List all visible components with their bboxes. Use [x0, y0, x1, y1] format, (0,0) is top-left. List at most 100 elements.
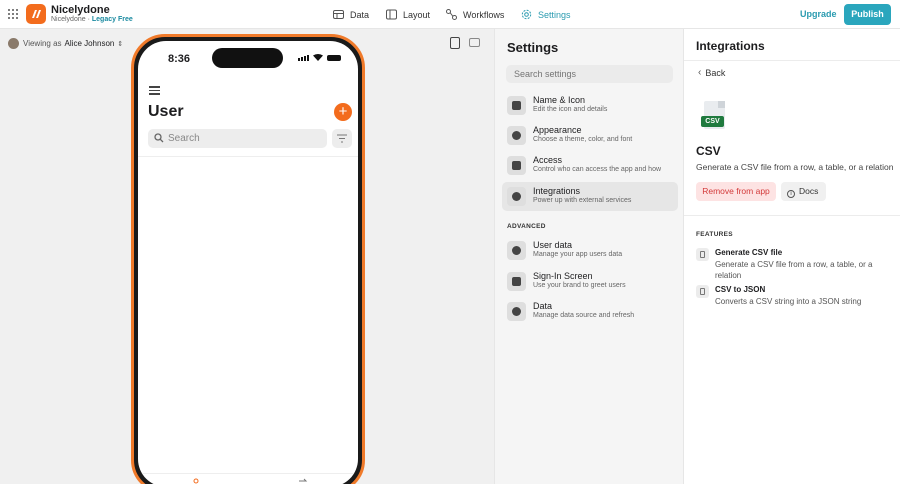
- gear-icon: [521, 9, 532, 20]
- chevron-left-icon: ‹: [698, 67, 702, 78]
- feature-desc: Converts a CSV string into a JSON string: [715, 297, 862, 306]
- feature-title: CSV to JSON: [715, 285, 766, 294]
- workspace-info: Nicelydone · Legacy Free: [51, 16, 133, 23]
- settings-title: Settings: [507, 40, 559, 55]
- filter-icon: [337, 134, 347, 143]
- upgrade-button[interactable]: Upgrade: [800, 9, 837, 19]
- section-divider: [684, 215, 900, 216]
- back-button[interactable]: ‹ Back: [698, 67, 725, 78]
- phone-time: 8:36: [168, 53, 191, 65]
- settings-item-user-data[interactable]: User data Manage your app users data: [502, 236, 678, 265]
- settings-item-data[interactable]: Data Manage data source and refresh: [502, 297, 678, 326]
- integration-name: CSV: [696, 144, 721, 158]
- nav-layout[interactable]: Layout: [386, 0, 430, 29]
- back-label: Back: [705, 67, 726, 78]
- remove-from-app-button[interactable]: Remove from app: [696, 182, 776, 201]
- nav-workflows[interactable]: Workflows: [446, 0, 504, 29]
- nav-settings[interactable]: Settings: [521, 0, 571, 29]
- integration-description: Generate a CSV file from a row, a table,…: [696, 162, 894, 172]
- settings-item-desc: Use your brand to greet users: [533, 282, 626, 289]
- top-bar: Nicelydone Nicelydone · Legacy Free Data…: [0, 0, 900, 29]
- lock-icon: [507, 156, 526, 175]
- dynamic-island: [212, 48, 283, 68]
- key-icon: [507, 272, 526, 291]
- filter-button[interactable]: [332, 129, 352, 148]
- workspace-name: Nicelydone: [51, 16, 86, 23]
- info-icon: i: [787, 190, 795, 198]
- palette-icon: [507, 126, 526, 145]
- app-logo[interactable]: [26, 4, 46, 24]
- image-icon: [507, 96, 526, 115]
- nav-workflows-label: Workflows: [463, 9, 505, 20]
- settings-item-appearance[interactable]: Appearance Choose a theme, color, and fo…: [502, 121, 678, 150]
- settings-item-title: Appearance: [533, 125, 582, 135]
- status-icons: [298, 54, 341, 61]
- nav-data[interactable]: Data: [333, 0, 369, 29]
- publish-button[interactable]: Publish: [844, 4, 891, 25]
- cloud-icon: [507, 302, 526, 321]
- wifi-icon: [313, 54, 323, 61]
- chevron-updown-icon: ⇕: [117, 40, 124, 48]
- phone-divider: [138, 156, 358, 157]
- settings-item-name-icon[interactable]: Name & Icon Edit the icon and details: [502, 91, 678, 120]
- convert-icon: [696, 285, 709, 298]
- settings-item-title: Data: [533, 301, 553, 311]
- viewing-as-selector[interactable]: Viewing as Alice Johnson ⇕: [8, 38, 123, 49]
- phone-search-placeholder: Search: [168, 133, 200, 144]
- settings-item-title: Name & Icon: [533, 95, 586, 105]
- app-name: Nicelydone: [51, 4, 110, 16]
- settings-item-title: Integrations: [533, 186, 581, 196]
- docs-label: Docs: [799, 186, 819, 196]
- preview-canvas: Viewing as Alice Johnson ⇕ 8:36 User + S…: [0, 29, 494, 484]
- settings-panel: Settings Name & Icon Edit the icon and d…: [494, 29, 684, 484]
- feature-title: Generate CSV file: [715, 248, 783, 257]
- settings-item-desc: Control who can access the app and how: [533, 166, 662, 173]
- swap-tab-icon[interactable]: [298, 478, 308, 484]
- phone-preview-icon[interactable]: [450, 37, 460, 49]
- workflows-icon: [446, 9, 457, 20]
- csv-file-icon: CSV: [701, 101, 725, 131]
- settings-item-desc: Manage data source and refresh: [533, 312, 635, 319]
- settings-item-desc: Manage your app users data: [533, 251, 623, 258]
- avatar: [8, 38, 19, 49]
- nav-data-label: Data: [350, 9, 370, 20]
- plan-badge[interactable]: Legacy Free: [92, 16, 133, 23]
- integrations-title: Integrations: [696, 39, 765, 53]
- nav-layout-label: Layout: [403, 9, 431, 20]
- menu-icon[interactable]: [149, 86, 160, 97]
- settings-item-title: Access: [533, 155, 563, 165]
- nav-settings-label: Settings: [538, 9, 571, 20]
- header-divider: [684, 60, 900, 61]
- advanced-section-label: ADVANCED: [507, 223, 546, 230]
- lightning-icon: [696, 248, 709, 261]
- docs-button[interactable]: i Docs: [781, 182, 826, 201]
- settings-item-desc: Power up with external services: [533, 197, 632, 204]
- settings-item-integrations[interactable]: Integrations Power up with external serv…: [502, 182, 678, 211]
- settings-item-access[interactable]: Access Control who can access the app an…: [502, 151, 678, 180]
- phone-frame: 8:36 User + Search: [131, 34, 365, 484]
- search-icon: [154, 133, 164, 143]
- screen-title: User: [148, 103, 184, 120]
- app-grid-icon[interactable]: [8, 9, 18, 19]
- csv-badge: CSV: [701, 116, 724, 127]
- signal-icon: [298, 55, 309, 61]
- battery-icon: [327, 55, 341, 61]
- phone-search-input[interactable]: Search: [148, 129, 327, 148]
- settings-item-sign-in[interactable]: Sign-In Screen Use your brand to greet u…: [502, 267, 678, 296]
- workspace-separator: ·: [87, 16, 90, 23]
- add-button[interactable]: +: [334, 103, 352, 121]
- viewing-prefix: Viewing as: [23, 39, 62, 48]
- user-tab-icon[interactable]: [192, 478, 200, 484]
- settings-item-desc: Choose a theme, color, and font: [533, 136, 633, 143]
- features-section-label: FEATURES: [696, 231, 733, 238]
- integrations-icon: [507, 187, 526, 206]
- tablet-preview-icon[interactable]: [469, 38, 480, 47]
- feature-desc: Generate a CSV file from a row, a table,…: [715, 260, 873, 280]
- table-icon: [333, 10, 344, 19]
- viewing-user: Alice Johnson: [64, 39, 115, 48]
- integrations-panel: Integrations ‹ Back CSV CSV Generate a C…: [684, 29, 900, 484]
- settings-search-input[interactable]: [506, 65, 673, 83]
- phone-tab-bar: [138, 473, 358, 484]
- settings-item-title: User data: [533, 240, 573, 250]
- users-icon: [507, 241, 526, 260]
